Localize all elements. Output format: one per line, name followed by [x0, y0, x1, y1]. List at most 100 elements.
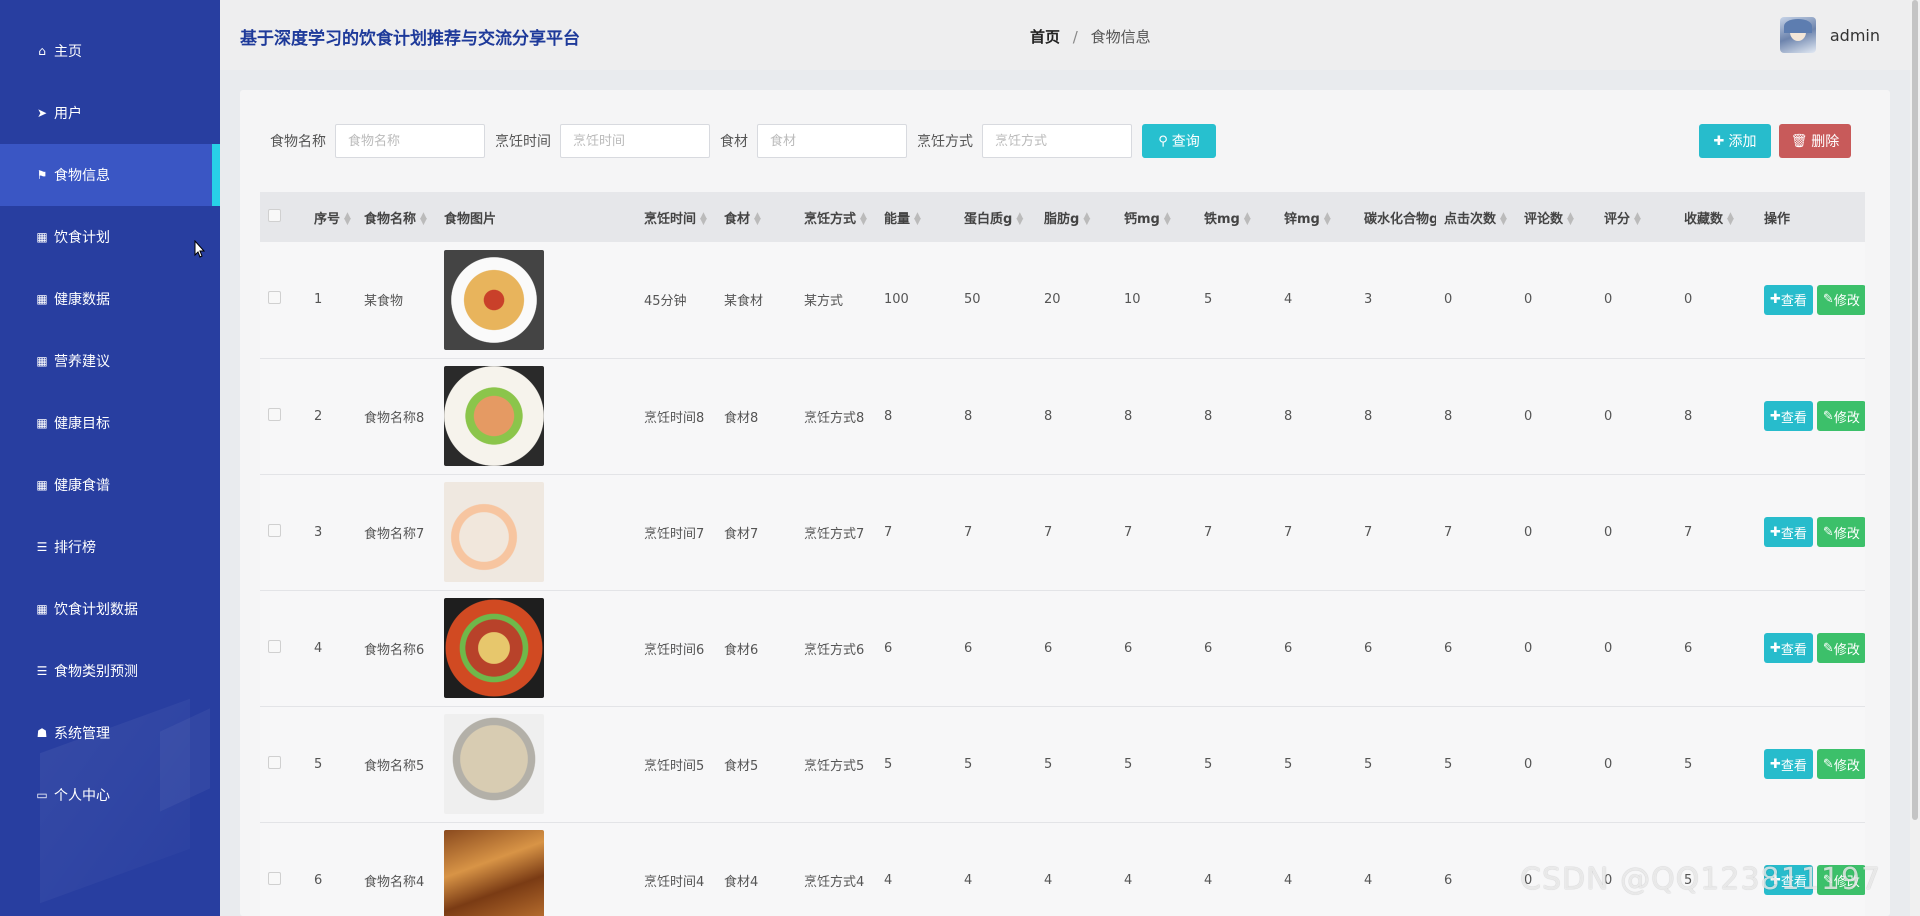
sidebar-item-1[interactable]: ➤ 用户 — [0, 82, 220, 144]
column-header[interactable]: 烹饪时间 ▲ ▼ — [636, 192, 716, 242]
edit-button[interactable]: ✎ 修改 — [1816, 401, 1865, 431]
column-header[interactable]: 序号 ▲ ▼ — [306, 192, 356, 242]
user-menu[interactable]: admin — [1779, 17, 1880, 53]
view-button[interactable]: ✚ 查看 — [1764, 284, 1813, 315]
view-button[interactable]: ✚ 查看 — [1764, 401, 1813, 431]
sidebar-item-3[interactable]: ▦ 饮食计划 — [0, 206, 220, 268]
row-checkbox[interactable] — [268, 639, 281, 653]
edit-button[interactable]: ✎ 修改 — [1816, 517, 1865, 547]
food-image[interactable] — [444, 482, 544, 582]
edit-button-label: 修改 — [1833, 410, 1860, 426]
column-header[interactable]: 点击次数 ▲ ▼ — [1436, 192, 1516, 242]
row-checkbox[interactable] — [268, 871, 281, 885]
table-row[interactable]: 2 食物名称8 烹饪时间8 食材8 烹饪方式8 8 8 8 8 8 8 8 8 0 0 8 ✚ 查看 ✎ 修改 — [260, 358, 1865, 474]
watermark: CSDN @QQ123811197 — [1520, 862, 1882, 897]
table-row[interactable]: 4 食物名称6 烹饪时间6 食材6 烹饪方式6 6 6 6 6 6 6 6 6 0 0 6 ✚ 查看 ✎ 修改 — [260, 590, 1865, 706]
sidebar-item-5[interactable]: ▦ 营养建议 — [0, 330, 220, 392]
sort-icon[interactable]: ▲ ▼ — [344, 212, 351, 227]
row-checkbox[interactable] — [268, 407, 281, 421]
cell-zinc: 7 — [1284, 524, 1293, 540]
food-image[interactable] — [444, 714, 544, 814]
column-header[interactable]: 操作 — [1756, 192, 1865, 242]
column-header[interactable]: 蛋白质g ▲ ▼ — [956, 192, 1036, 242]
sidebar-item-9[interactable]: ▦ 饮食计划数据 — [0, 578, 220, 640]
edit-button[interactable]: ✎ 修改 — [1816, 284, 1865, 315]
row-checkbox[interactable] — [268, 523, 281, 537]
edit-button[interactable]: ✎ 修改 — [1816, 749, 1865, 779]
column-header[interactable]: 评分 ▲ ▼ — [1596, 192, 1676, 242]
view-button[interactable]: ✚ 查看 — [1764, 517, 1813, 547]
food-name-input[interactable] — [335, 124, 485, 158]
column-header[interactable]: 铁mg ▲ ▼ — [1196, 192, 1276, 242]
column-header[interactable]: 食材 ▲ ▼ — [716, 192, 796, 242]
sidebar-item-2[interactable]: ⚑ 食物信息 — [0, 144, 220, 206]
table-row[interactable]: 5 食物名称5 烹饪时间5 食材5 烹饪方式5 5 5 5 5 5 5 5 5 0 0 5 ✚ 查看 ✎ 修改 — [260, 706, 1865, 822]
cell-method: 烹饪方式5 — [804, 758, 865, 774]
sort-icon[interactable]: ▲ ▼ — [1500, 212, 1507, 227]
cell-time: 烹饪时间7 — [644, 526, 705, 542]
column-header[interactable]: 能量 ▲ ▼ — [876, 192, 956, 242]
sidebar-item-11[interactable]: ☗ 系统管理 — [0, 702, 220, 764]
sidebar-item-4[interactable]: ▦ 健康数据 — [0, 268, 220, 330]
cook-time-label: 烹饪时间 — [495, 134, 551, 150]
sort-icon[interactable]: ▲ ▼ — [420, 212, 427, 227]
sort-icon[interactable]: ▲ ▼ — [1244, 212, 1251, 227]
column-header[interactable]: 碳水化合物g▲▼ — [1356, 192, 1436, 242]
sort-icon[interactable]: ▲ ▼ — [1634, 212, 1641, 227]
cell-calcium: 7 — [1124, 524, 1133, 540]
cook-time-input[interactable] — [560, 124, 710, 158]
sidebar-item-10[interactable]: ☰ 食物类别预测 — [0, 640, 220, 702]
select-all-checkbox[interactable] — [268, 208, 281, 222]
sidebar-item-7[interactable]: ▦ 健康食谱 — [0, 454, 220, 516]
row-checkbox[interactable] — [268, 755, 281, 769]
column-header[interactable]: 收藏数 ▲ ▼ — [1676, 192, 1756, 242]
sidebar-item-12[interactable]: ▭ 个人中心 — [0, 764, 220, 826]
column-header-label: 食物图片 — [444, 211, 497, 227]
row-checkbox[interactable] — [268, 291, 281, 305]
add-button[interactable]: ✚ 添加 — [1699, 124, 1771, 158]
cell-energy: 5 — [884, 756, 893, 772]
food-image[interactable] — [444, 366, 544, 466]
sort-icon[interactable]: ▲ ▼ — [1083, 212, 1090, 227]
column-header[interactable]: 锌mg ▲ ▼ — [1276, 192, 1356, 242]
sort-icon[interactable]: ▲ ▼ — [1567, 212, 1574, 227]
edit-button[interactable]: ✎ 修改 — [1816, 633, 1865, 663]
scrollbar-thumb[interactable] — [1912, 0, 1918, 820]
sort-icon[interactable]: ▲ ▼ — [1164, 212, 1171, 227]
username[interactable]: admin — [1830, 26, 1880, 45]
cell-method: 烹饪方式4 — [804, 874, 865, 890]
delete-button[interactable]: 🗑 删除 — [1779, 124, 1851, 158]
sort-icon[interactable]: ▲ ▼ — [914, 212, 921, 227]
cook-method-input[interactable] — [982, 124, 1132, 158]
breadcrumb-home[interactable]: 首页 — [1030, 28, 1060, 46]
search-button[interactable]: ⚲ 查询 — [1142, 124, 1216, 158]
column-header[interactable]: 烹饪方式 ▲ ▼ — [796, 192, 876, 242]
avatar[interactable] — [1779, 17, 1816, 53]
sidebar-item-8[interactable]: ☰ 排行榜 — [0, 516, 220, 578]
sort-icon[interactable]: ▲ ▼ — [1016, 212, 1023, 227]
edit-button-label: 修改 — [1833, 642, 1860, 658]
sort-icon[interactable]: ▲ ▼ — [1324, 212, 1331, 227]
sort-icon[interactable]: ▲ ▼ — [754, 212, 761, 227]
table-row[interactable]: 3 食物名称7 烹饪时间7 食材7 烹饪方式7 7 7 7 7 7 7 7 7 0 0 7 ✚ 查看 ✎ 修改 — [260, 474, 1865, 590]
ingredient-input[interactable] — [757, 124, 907, 158]
table-row[interactable]: 1 某食物 45分钟 某食材 某方式 100 50 20 10 5 4 3 0 0 0 0 ✚ 查看 ✎ 修改 — [260, 242, 1865, 358]
sidebar-item-0[interactable]: ⌂ 主页 — [0, 20, 220, 82]
sidebar-item-6[interactable]: ▦ 健康目标 — [0, 392, 220, 454]
view-button[interactable]: ✚ 查看 — [1764, 749, 1813, 779]
sort-icon[interactable]: ▲ ▼ — [700, 212, 707, 227]
column-header[interactable]: 脂肪g ▲ ▼ — [1036, 192, 1116, 242]
food-image[interactable] — [444, 598, 544, 698]
column-header[interactable]: 食物名称 ▲ ▼ — [356, 192, 436, 242]
sort-icon[interactable]: ▲ ▼ — [860, 212, 867, 227]
column-header[interactable]: 评论数 ▲ ▼ — [1516, 192, 1596, 242]
food-image[interactable] — [444, 249, 544, 350]
column-header[interactable]: 钙mg ▲ ▼ — [1116, 192, 1196, 242]
cell-food-image — [436, 590, 636, 706]
cell-zinc: 5 — [1284, 756, 1293, 772]
view-button[interactable]: ✚ 查看 — [1764, 633, 1813, 663]
page-scrollbar[interactable] — [1910, 0, 1920, 916]
column-header[interactable]: 食物图片 — [436, 192, 636, 242]
food-image[interactable] — [444, 830, 544, 916]
sort-icon[interactable]: ▲ ▼ — [1727, 212, 1734, 227]
